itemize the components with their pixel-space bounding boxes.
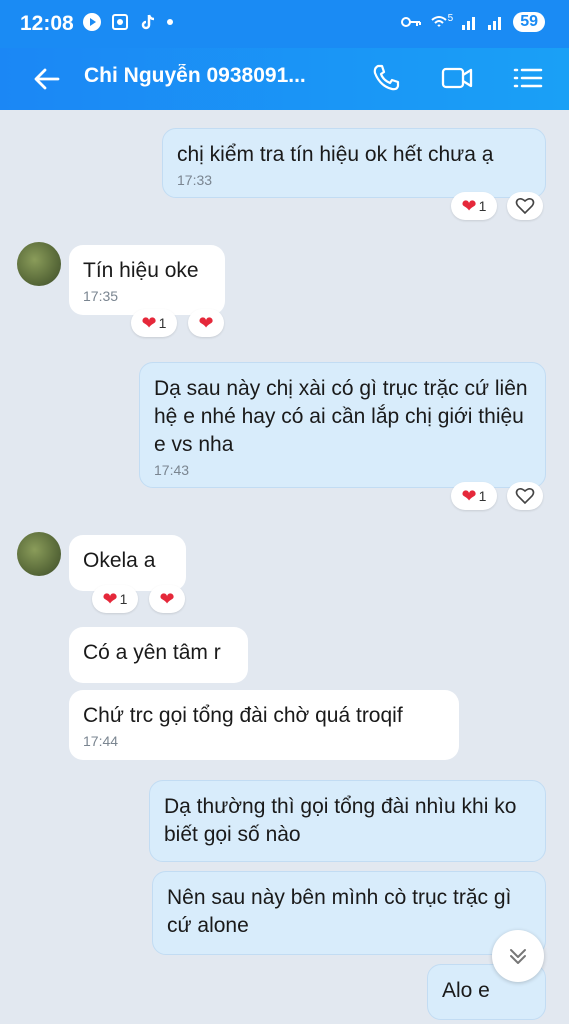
message-text: Dạ sau này chị xài có gì trục trặc cứ li… xyxy=(154,377,528,456)
message-incoming[interactable]: Okela a xyxy=(69,535,186,591)
message-text: Chứ trc gọi tổng đài chờ quá troqif xyxy=(83,704,403,727)
avatar[interactable] xyxy=(17,532,61,576)
reaction-summary[interactable]: ❤ 1 xyxy=(451,482,497,510)
heart-icon: ❤ xyxy=(159,588,175,609)
status-time: 12:08 xyxy=(20,12,74,35)
scroll-to-bottom-button[interactable] xyxy=(492,930,544,982)
status-bar: 12:08 5 59 xyxy=(0,0,569,48)
heart-icon: ❤ xyxy=(461,485,477,506)
avatar[interactable] xyxy=(17,242,61,286)
menu-list-icon[interactable] xyxy=(512,62,544,94)
message-outgoing[interactable]: Nên sau này bên mình cò trục trặc gì cứ … xyxy=(152,871,546,955)
message-text: Dạ thường thì gọi tổng đài nhìu khi ko b… xyxy=(164,795,517,846)
reaction-summary[interactable]: ❤ 1 xyxy=(92,585,138,613)
signal-icon xyxy=(462,17,476,30)
message-outgoing[interactable]: Dạ thường thì gọi tổng đài nhìu khi ko b… xyxy=(149,780,546,862)
contact-name[interactable]: Chi Nguyễn 0938091... xyxy=(84,64,334,88)
reaction-summary[interactable]: ❤ 1 xyxy=(451,192,497,220)
message-incoming[interactable]: Chứ trc gọi tổng đài chờ quá troqif 17:4… xyxy=(69,690,459,760)
message-text: chị kiểm tra tín hiệu ok hết chưa ạ xyxy=(177,143,494,166)
message-outgoing[interactable]: Dạ sau này chị xài có gì trục trặc cứ li… xyxy=(139,362,546,488)
react-button[interactable]: ❤ xyxy=(149,585,185,613)
double-chevron-down-icon xyxy=(510,949,526,964)
message-text: Có a yên tâm r xyxy=(83,641,221,664)
wifi-icon xyxy=(430,16,447,27)
reaction-count: 1 xyxy=(158,315,167,331)
react-button[interactable] xyxy=(507,192,543,220)
heart-icon: ❤ xyxy=(198,312,214,333)
youtube-icon xyxy=(83,13,101,31)
screenshot-icon xyxy=(112,14,128,30)
dot-icon xyxy=(167,19,173,25)
battery-indicator: 59 xyxy=(513,12,545,32)
heart-outline-icon xyxy=(515,197,535,215)
reaction-count: 1 xyxy=(478,198,487,214)
heart-outline-icon xyxy=(515,487,535,505)
key-icon xyxy=(400,17,421,27)
message-text: Okela a xyxy=(83,549,156,572)
phone-icon[interactable] xyxy=(370,62,402,94)
message-time: 17:33 xyxy=(177,172,213,188)
message-text: Nên sau này bên mình cò trục trặc gì cứ … xyxy=(167,886,512,937)
back-arrow-icon[interactable] xyxy=(32,64,62,94)
message-time: 17:35 xyxy=(83,288,119,304)
wifi-5g-label: 5 xyxy=(447,12,454,24)
system-icons: 5 59 xyxy=(400,12,545,32)
message-time: 17:44 xyxy=(83,733,119,749)
react-button[interactable]: ❤ xyxy=(188,309,224,337)
reaction-count: 1 xyxy=(478,488,487,504)
chat-header: Chi Nguyễn 0938091... xyxy=(0,48,569,110)
video-call-icon[interactable] xyxy=(440,62,474,94)
heart-icon: ❤ xyxy=(102,588,118,609)
heart-icon: ❤ xyxy=(141,312,157,333)
react-button[interactable] xyxy=(507,482,543,510)
message-incoming[interactable]: Tín hiệu oke 17:35 xyxy=(69,245,225,315)
message-outgoing[interactable]: chị kiểm tra tín hiệu ok hết chưa ạ 17:3… xyxy=(162,128,546,198)
message-time: 17:43 xyxy=(154,462,190,478)
heart-icon: ❤ xyxy=(461,195,477,216)
reaction-count: 1 xyxy=(119,591,128,607)
tiktok-icon xyxy=(141,14,155,30)
reaction-summary[interactable]: ❤ 1 xyxy=(131,309,177,337)
message-text: Tín hiệu oke xyxy=(83,259,199,282)
notification-icons xyxy=(82,12,174,32)
signal-icon-2 xyxy=(488,17,502,30)
message-incoming[interactable]: Có a yên tâm r xyxy=(69,627,248,683)
